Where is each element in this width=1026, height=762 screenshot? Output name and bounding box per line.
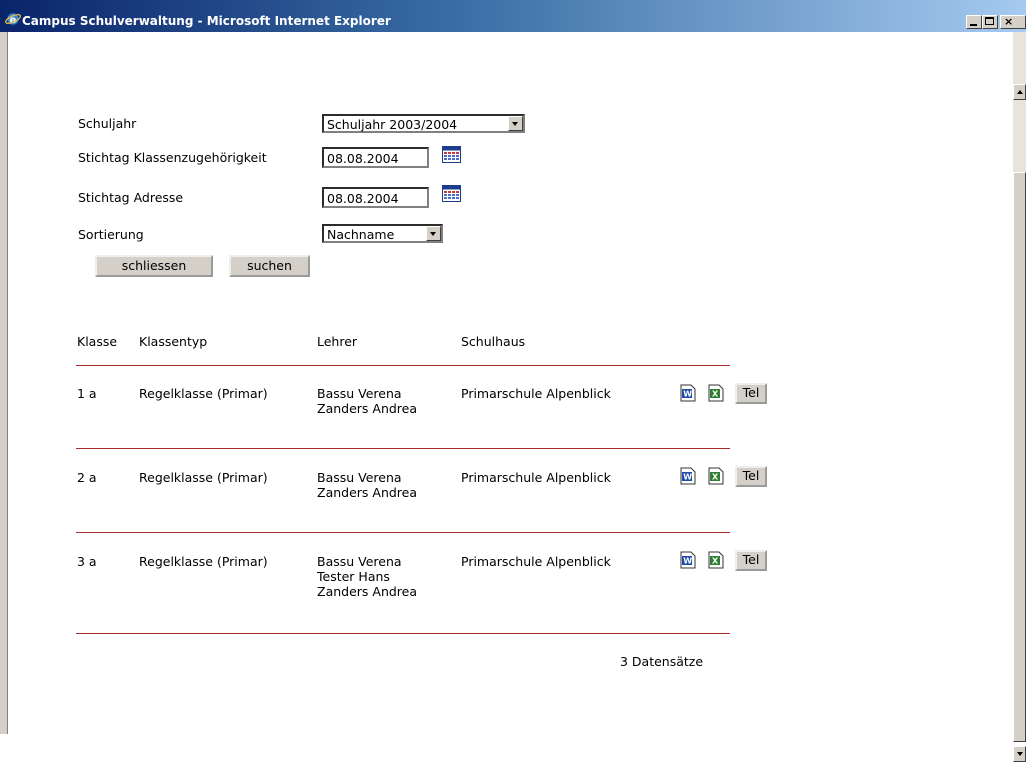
excel-icon[interactable]: X xyxy=(707,467,725,485)
close-window-button[interactable]: × xyxy=(1000,15,1026,29)
word-icon[interactable]: W xyxy=(679,467,697,485)
close-button[interactable]: schliessen xyxy=(95,255,213,277)
tel-button[interactable]: Tel xyxy=(735,383,767,404)
svg-text:X: X xyxy=(712,557,719,566)
word-icon[interactable]: W xyxy=(679,384,697,402)
sortierung-value: Nachname xyxy=(327,227,395,242)
header-klassentyp: Klassentyp xyxy=(139,334,208,349)
row-divider xyxy=(76,633,730,634)
cell-klassentyp: Regelklasse (Primar) xyxy=(139,386,268,401)
cell-lehrer: Bassu Verena xyxy=(317,554,402,569)
maximize-icon xyxy=(985,17,994,25)
header-lehrer: Lehrer xyxy=(317,334,358,349)
schuljahr-label: Schuljahr xyxy=(78,116,137,131)
stichtag-adresse-label: Stichtag Adresse xyxy=(78,190,184,205)
minimize-button[interactable] xyxy=(966,15,982,29)
minimize-icon xyxy=(970,24,977,26)
excel-icon[interactable]: X xyxy=(707,384,725,402)
chevron-down-icon xyxy=(512,122,518,126)
search-button[interactable]: suchen xyxy=(229,255,310,277)
svg-text:X: X xyxy=(712,473,719,482)
cell-klasse: 3 a xyxy=(77,554,97,569)
cell-klasse: 2 a xyxy=(77,470,97,485)
svg-text:X: X xyxy=(712,390,719,399)
svg-text:W: W xyxy=(683,473,692,482)
cell-lehrer: Tester Hans xyxy=(317,569,390,584)
schuljahr-select[interactable]: Schuljahr 2003/2004 xyxy=(322,114,525,133)
cell-klasse: 1 a xyxy=(77,386,97,401)
svg-text:W: W xyxy=(683,390,692,399)
sortierung-select[interactable]: Nachname xyxy=(322,224,443,243)
cell-lehrer: Zanders Andrea xyxy=(317,401,418,416)
chevron-down-icon xyxy=(430,232,436,236)
window-frame-left xyxy=(0,32,8,734)
schuljahr-dropdown-button[interactable] xyxy=(508,116,523,131)
window-title: Campus Schulverwaltung - Microsoft Inter… xyxy=(22,14,391,28)
header-schulhaus: Schulhaus xyxy=(461,334,526,349)
cell-schulhaus: Primarschule Alpenblick xyxy=(461,470,611,485)
header-klasse: Klasse xyxy=(77,334,118,349)
record-count: 3 Datensätze xyxy=(620,654,704,669)
sortierung-dropdown-button[interactable] xyxy=(426,226,441,241)
cell-schulhaus: Primarschule Alpenblick xyxy=(461,386,611,401)
cell-lehrer: Bassu Verena xyxy=(317,470,402,485)
arrow-up-icon xyxy=(1017,90,1023,94)
ie-icon: e xyxy=(5,12,21,26)
scroll-down-button[interactable] xyxy=(1013,746,1026,762)
close-icon: × xyxy=(1004,15,1014,28)
word-icon[interactable]: W xyxy=(679,551,697,569)
cell-lehrer: Bassu Verena xyxy=(317,386,402,401)
arrow-down-icon xyxy=(1017,752,1023,756)
cell-lehrer: Zanders Andrea xyxy=(317,584,418,599)
schuljahr-value: Schuljahr 2003/2004 xyxy=(327,117,458,132)
row-divider xyxy=(76,532,730,533)
window-titlebar: e Campus Schulverwaltung - Microsoft Int… xyxy=(0,0,1026,32)
vertical-scrollbar[interactable] xyxy=(1013,32,1026,762)
cell-lehrer: Zanders Andrea xyxy=(317,485,418,500)
tel-button[interactable]: Tel xyxy=(735,466,767,487)
row-divider xyxy=(76,365,730,366)
excel-icon[interactable]: X xyxy=(707,551,725,569)
calendar-icon[interactable] xyxy=(442,146,461,163)
row-divider xyxy=(76,448,730,449)
maximize-button[interactable] xyxy=(982,15,998,29)
scroll-thumb[interactable] xyxy=(1013,172,1026,742)
stichtag-klasse-label: Stichtag Klassenzugehörigkeit xyxy=(78,150,267,165)
scroll-up-button[interactable] xyxy=(1013,84,1026,100)
stichtag-klasse-input[interactable]: 08.08.2004 xyxy=(322,147,429,168)
svg-text:W: W xyxy=(683,557,692,566)
sortierung-label: Sortierung xyxy=(78,227,144,242)
tel-button[interactable]: Tel xyxy=(735,550,767,571)
calendar-icon[interactable] xyxy=(442,185,461,202)
stichtag-adresse-input[interactable]: 08.08.2004 xyxy=(322,187,429,208)
cell-schulhaus: Primarschule Alpenblick xyxy=(461,554,611,569)
cell-klassentyp: Regelklasse (Primar) xyxy=(139,554,268,569)
cell-klassentyp: Regelklasse (Primar) xyxy=(139,470,268,485)
